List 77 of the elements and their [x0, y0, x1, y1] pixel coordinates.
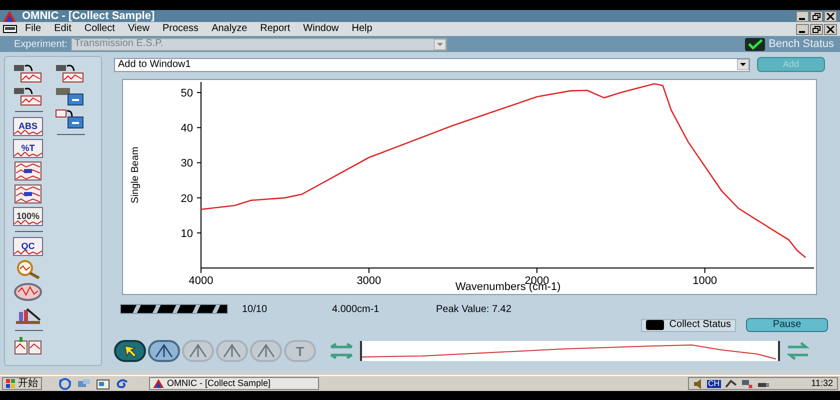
x-tick-label: 4000 — [188, 275, 214, 287]
spectrum-wave-icon — [14, 220, 42, 225]
start-button[interactable]: 开始 — [2, 377, 42, 390]
experiment-label: Experiment: — [14, 38, 68, 52]
clock: 11:32 — [811, 379, 833, 388]
disconnected-network-icon[interactable] — [740, 378, 753, 388]
oval-spectrum-icon[interactable] — [13, 282, 43, 302]
close-icon — [826, 12, 835, 20]
toolbar-button[interactable]: 100% — [13, 207, 43, 226]
y-tick-label: 50 — [180, 88, 193, 100]
window-dropdown[interactable]: Add to Window1 — [114, 58, 750, 72]
close-button[interactable] — [824, 24, 837, 34]
pause-button[interactable]: Pause — [746, 318, 828, 332]
y-tick-label: 10 — [180, 228, 193, 240]
x-tick-label: 1000 — [692, 275, 718, 287]
dropdown-arrow-icon — [737, 59, 749, 70]
menu-item[interactable]: Help — [352, 24, 372, 34]
spectrum-arrow-icon[interactable] — [13, 63, 43, 83]
language-indicator[interactable]: CH — [707, 380, 721, 388]
restore-button[interactable] — [810, 10, 823, 22]
close-button[interactable] — [824, 10, 837, 22]
peak-icon — [155, 344, 173, 358]
device-window-icon[interactable] — [55, 86, 85, 106]
arrow-icon — [123, 344, 137, 358]
browser-icon[interactable] — [58, 378, 72, 390]
spectrum-wave-icon — [14, 130, 42, 135]
restore-icon — [812, 26, 821, 32]
window-title: OMNIC - [Collect Sample] — [22, 10, 155, 22]
restore-icon — [812, 12, 821, 20]
menu-item[interactable]: Collect — [84, 24, 115, 34]
dropdown-arrow-icon — [434, 38, 446, 50]
toolbar-button[interactable]: ABS — [13, 117, 43, 136]
spiral-icon[interactable] — [115, 378, 129, 390]
menu-item[interactable]: View — [128, 24, 150, 34]
app-logo-icon — [153, 379, 164, 388]
spectrum-window-icon[interactable] — [55, 109, 85, 129]
peak-value-text: Peak Value: 7.42 — [436, 302, 512, 316]
app-logo-icon — [3, 10, 16, 22]
peak-icon — [223, 344, 241, 358]
toolbar-button[interactable]: %T — [13, 139, 43, 158]
menu-item[interactable]: Analyze — [212, 24, 248, 34]
menu-item[interactable]: Process — [162, 24, 199, 34]
stacked-spectra-icon[interactable] — [13, 161, 43, 181]
resolution-text: 4.000cm-1 — [332, 302, 380, 316]
spectrum-arrow-icon[interactable] — [55, 63, 85, 83]
y-tick-label: 40 — [180, 122, 193, 135]
toolbar-button[interactable]: QC — [13, 237, 43, 256]
collect-status-indicator: Collect Status — [641, 318, 736, 332]
minimize-button[interactable] — [796, 24, 809, 34]
menu-item[interactable]: File — [25, 24, 42, 34]
document-icon — [3, 25, 17, 33]
spectrum-wave-icon — [14, 152, 42, 157]
windows-logo-icon — [6, 379, 16, 388]
restore-button[interactable] — [810, 24, 823, 34]
y-axis-label: Single Beam — [130, 146, 141, 204]
peak-tool-button[interactable] — [148, 340, 180, 362]
menu-item[interactable]: Report — [260, 24, 290, 34]
menu-item[interactable]: Edit — [54, 24, 72, 34]
stacked-spectra-icon[interactable] — [13, 184, 43, 204]
compare-icon[interactable] — [13, 336, 43, 356]
scan-count: 10/10 — [242, 302, 268, 316]
menu-item[interactable]: Window — [303, 24, 339, 34]
taskbar-window-button[interactable]: OMNIC - [Collect Sample] — [149, 377, 319, 390]
network-icon[interactable] — [724, 378, 737, 388]
pointer-tool-button[interactable] — [114, 340, 146, 362]
speaker-icon[interactable] — [693, 378, 703, 388]
desktop-icon[interactable] — [96, 378, 110, 390]
peak-icon — [257, 344, 275, 358]
peak-icon — [189, 344, 207, 358]
spectrum-arrow-icon[interactable] — [13, 86, 43, 106]
x-tick-label: 3000 — [356, 275, 382, 287]
spectrum-wave-icon — [14, 250, 42, 255]
y-tick-label: 30 — [180, 158, 193, 170]
close-icon — [826, 26, 835, 32]
bench-status-label: Bench Status — [768, 36, 834, 52]
minimize-button[interactable] — [796, 10, 809, 22]
y-tick-label: 20 — [180, 192, 193, 205]
